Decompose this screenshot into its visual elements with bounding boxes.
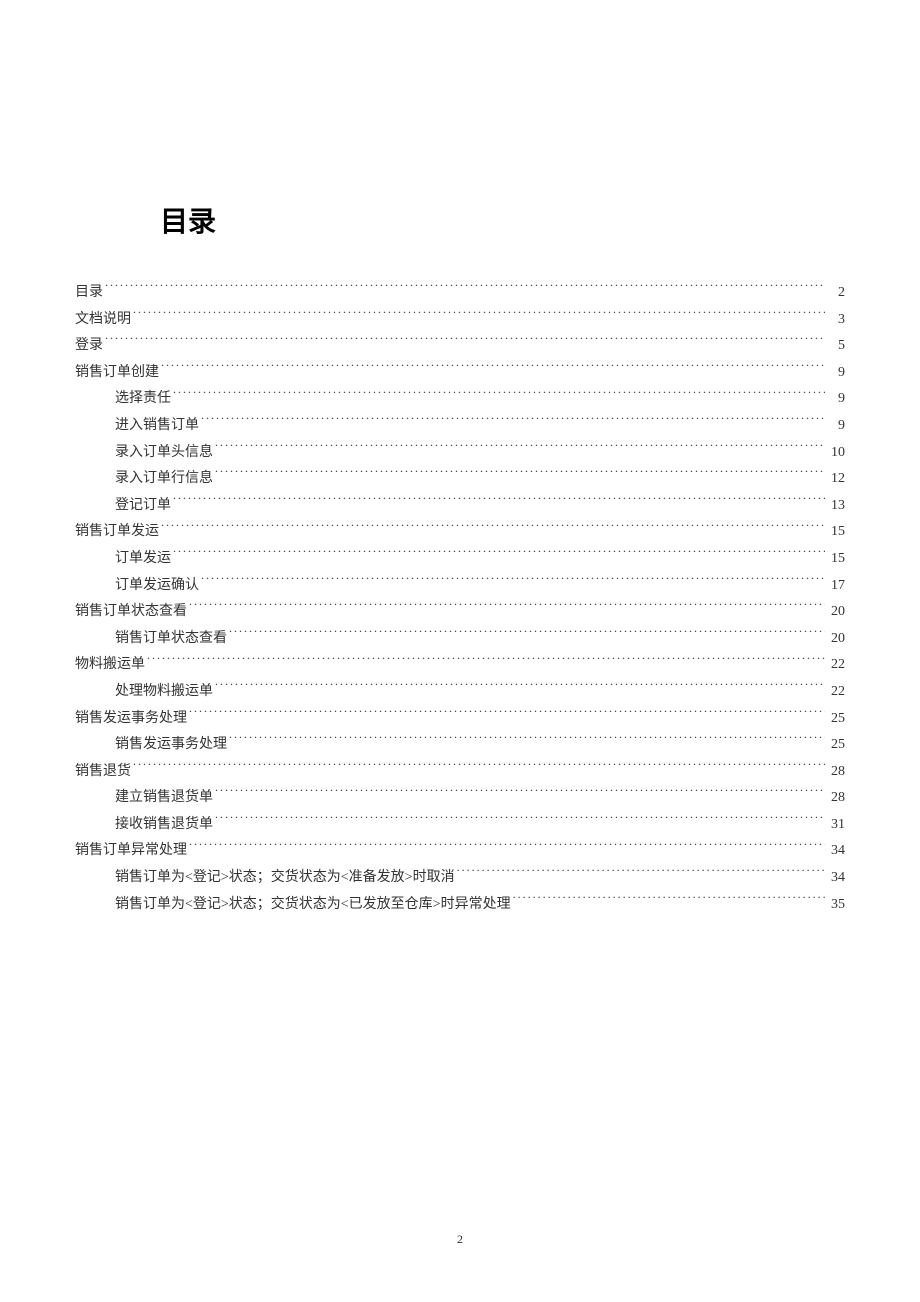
toc-entry-label: 录入订单行信息 <box>115 466 213 493</box>
toc-entry-label: 建立销售退货单 <box>115 785 213 812</box>
toc-entry-label: 销售订单为<登记>状态；交货状态为<已发放至仓库>时异常处理 <box>115 892 511 919</box>
toc-entry-label: 销售订单创建 <box>75 360 159 387</box>
toc-entry[interactable]: 销售退货 28 <box>75 759 845 786</box>
toc-entry-label: 销售订单为<登记>状态；交货状态为<准备发放>时取消 <box>115 865 455 892</box>
toc-entry[interactable]: 录入订单头信息 10 <box>75 440 845 467</box>
toc-entry-label: 录入订单头信息 <box>115 440 213 467</box>
toc-entry[interactable]: 处理物料搬运单 22 <box>75 679 845 706</box>
toc-entry-page: 13 <box>827 493 845 520</box>
toc-entry-page: 5 <box>827 333 845 360</box>
toc-entry-label: 目录 <box>75 280 103 307</box>
toc-leader <box>189 840 825 854</box>
toc-entry-label: 进入销售订单 <box>115 413 199 440</box>
toc-leader <box>215 787 825 801</box>
toc-entry[interactable]: 登录 5 <box>75 333 845 360</box>
toc-entry-page: 34 <box>827 865 845 892</box>
toc-entry[interactable]: 录入订单行信息 12 <box>75 466 845 493</box>
toc-entry-page: 28 <box>827 759 845 786</box>
toc-entry-page: 3 <box>827 307 845 334</box>
toc-entry-page: 35 <box>827 892 845 919</box>
toc-leader <box>173 548 825 562</box>
toc-entry[interactable]: 销售发运事务处理 25 <box>75 706 845 733</box>
toc-entry[interactable]: 销售订单为<登记>状态；交货状态为<已发放至仓库>时异常处理 35 <box>75 892 845 919</box>
toc-leader <box>215 814 825 828</box>
toc-leader <box>189 601 825 615</box>
toc-entry-label: 销售订单状态查看 <box>115 626 227 653</box>
toc-entry-page: 31 <box>827 812 845 839</box>
toc-entry-page: 28 <box>827 785 845 812</box>
toc-list: 目录2文档说明3登录5销售订单创建9选择责任9进入销售订单9录入订单头信息10录… <box>75 280 845 918</box>
toc-entry-label: 销售发运事务处理 <box>115 732 227 759</box>
toc-entry[interactable]: 选择责任 9 <box>75 386 845 413</box>
toc-entry-label: 订单发运确认 <box>115 573 199 600</box>
toc-title: 目录 <box>160 200 845 240</box>
toc-entry-label: 选择责任 <box>115 386 171 413</box>
toc-entry-label: 文档说明 <box>75 307 131 334</box>
toc-entry[interactable]: 销售订单状态查看 20 <box>75 599 845 626</box>
toc-entry-label: 销售订单异常处理 <box>75 838 187 865</box>
toc-leader <box>173 388 825 402</box>
toc-leader <box>161 521 825 535</box>
toc-entry-page: 17 <box>827 573 845 600</box>
toc-entry-page: 15 <box>827 546 845 573</box>
toc-entry-page: 10 <box>827 440 845 467</box>
toc-leader <box>105 335 825 349</box>
toc-entry[interactable]: 进入销售订单 9 <box>75 413 845 440</box>
toc-entry-label: 销售订单状态查看 <box>75 599 187 626</box>
toc-entry-label: 登记订单 <box>115 493 171 520</box>
toc-entry[interactable]: 订单发运确认 17 <box>75 573 845 600</box>
page-number: 2 <box>0 1232 920 1247</box>
toc-leader <box>201 575 825 589</box>
toc-entry-label: 处理物料搬运单 <box>115 679 213 706</box>
toc-entry-page: 2 <box>827 280 845 307</box>
toc-leader <box>215 442 825 456</box>
toc-entry-page: 9 <box>827 360 845 387</box>
toc-entry-label: 销售退货 <box>75 759 131 786</box>
toc-entry-label: 销售发运事务处理 <box>75 706 187 733</box>
toc-entry-page: 25 <box>827 732 845 759</box>
toc-entry[interactable]: 销售订单为<登记>状态；交货状态为<准备发放>时取消 34 <box>75 865 845 892</box>
toc-leader <box>229 628 825 642</box>
toc-entry-label: 接收销售退货单 <box>115 812 213 839</box>
toc-leader <box>215 681 825 695</box>
toc-entry-page: 20 <box>827 626 845 653</box>
toc-entry-page: 12 <box>827 466 845 493</box>
toc-leader <box>105 282 825 296</box>
toc-leader <box>133 309 825 323</box>
toc-leader <box>161 362 825 376</box>
toc-entry[interactable]: 销售发运事务处理 25 <box>75 732 845 759</box>
toc-entry[interactable]: 接收销售退货单 31 <box>75 812 845 839</box>
toc-entry-page: 9 <box>827 386 845 413</box>
toc-entry[interactable]: 建立销售退货单 28 <box>75 785 845 812</box>
toc-entry-page: 25 <box>827 706 845 733</box>
toc-entry-label: 订单发运 <box>115 546 171 573</box>
toc-entry[interactable]: 文档说明 3 <box>75 307 845 334</box>
toc-leader <box>215 468 825 482</box>
toc-leader <box>201 415 825 429</box>
toc-entry-page: 22 <box>827 679 845 706</box>
toc-leader <box>189 708 825 722</box>
toc-entry-label: 物料搬运单 <box>75 652 145 679</box>
toc-leader <box>147 654 825 668</box>
toc-leader <box>457 867 825 881</box>
toc-entry[interactable]: 物料搬运单 22 <box>75 652 845 679</box>
toc-entry[interactable]: 目录 2 <box>75 280 845 307</box>
toc-entry-page: 9 <box>827 413 845 440</box>
toc-leader <box>173 495 825 509</box>
toc-entry-label: 登录 <box>75 333 103 360</box>
toc-entry[interactable]: 销售订单发运 15 <box>75 519 845 546</box>
toc-entry[interactable]: 销售订单创建 9 <box>75 360 845 387</box>
toc-leader <box>229 734 825 748</box>
toc-leader <box>133 761 825 775</box>
toc-leader <box>513 894 825 908</box>
toc-entry[interactable]: 登记订单 13 <box>75 493 845 520</box>
toc-entry-page: 22 <box>827 652 845 679</box>
toc-entry-page: 15 <box>827 519 845 546</box>
toc-entry[interactable]: 销售订单异常处理 34 <box>75 838 845 865</box>
toc-entry[interactable]: 销售订单状态查看 20 <box>75 626 845 653</box>
toc-entry-page: 20 <box>827 599 845 626</box>
toc-entry-label: 销售订单发运 <box>75 519 159 546</box>
toc-entry[interactable]: 订单发运 15 <box>75 546 845 573</box>
toc-entry-page: 34 <box>827 838 845 865</box>
